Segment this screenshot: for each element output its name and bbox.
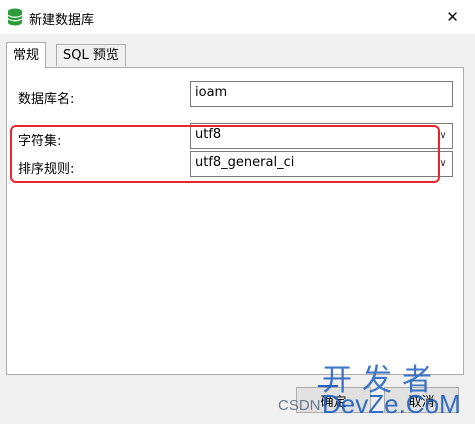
collation-label: 排序规则: xyxy=(18,162,75,177)
watermark-site: DevZe.CoM xyxy=(322,389,461,419)
charset-value: utf8 xyxy=(195,127,222,142)
title-bar: 新建数据库 ✕ xyxy=(0,0,475,34)
tab-sql-preview[interactable]: SQL 预览 xyxy=(56,44,126,66)
chevron-down-icon[interactable]: ∨ xyxy=(434,124,452,148)
charset-label: 字符集: xyxy=(18,134,62,149)
watermark-underline xyxy=(318,385,338,387)
tab-panel xyxy=(6,67,464,375)
watermark-prefix: CSDN xyxy=(278,397,321,414)
collation-select[interactable]: utf8_general_ci ∨ xyxy=(190,151,453,177)
db-name-label: 数据库名: xyxy=(18,92,75,107)
window-title: 新建数据库 xyxy=(29,13,95,28)
close-icon: ✕ xyxy=(446,8,459,26)
chevron-down-icon[interactable]: ∨ xyxy=(434,152,452,176)
tab-general[interactable]: 常规 xyxy=(6,42,47,68)
collation-value: utf8_general_ci xyxy=(195,155,295,170)
charset-select[interactable]: utf8 ∨ xyxy=(190,123,453,149)
database-icon xyxy=(7,8,23,26)
db-name-input[interactable]: ioam xyxy=(190,81,453,107)
close-button[interactable]: ✕ xyxy=(430,0,475,34)
